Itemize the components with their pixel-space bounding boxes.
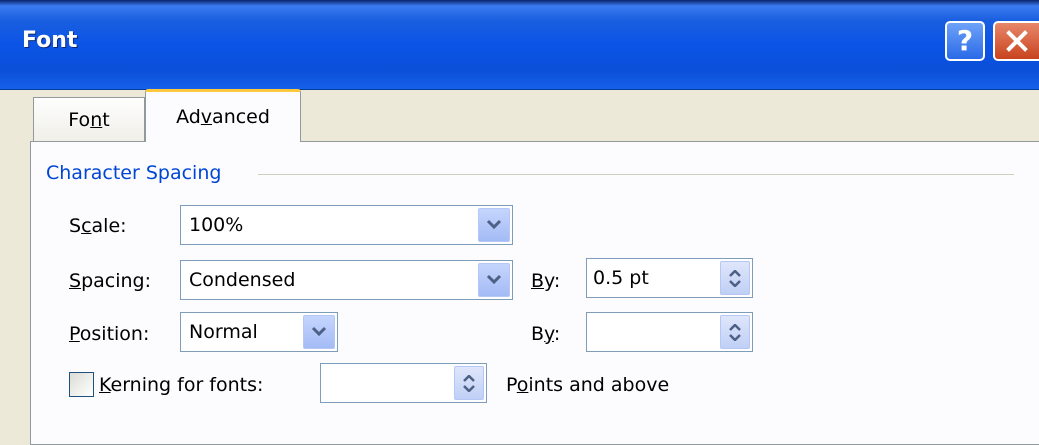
tab-font[interactable]: Font bbox=[33, 97, 145, 141]
tab-advanced[interactable]: Advanced bbox=[145, 89, 301, 142]
chevron-down-icon bbox=[486, 219, 502, 230]
position-label: Position: bbox=[69, 323, 150, 345]
kerning-label[interactable]: Kerning for fonts: bbox=[99, 374, 263, 396]
scale-label: Scale: bbox=[69, 215, 127, 237]
spin-down-icon bbox=[729, 333, 741, 341]
scale-dropdown-button[interactable] bbox=[478, 208, 510, 242]
kerning-suffix-label: Points and above bbox=[506, 374, 670, 396]
spacing-by-label: By: bbox=[531, 270, 561, 292]
tab-advanced-label: Advanced bbox=[176, 106, 270, 128]
spacing-label: Spacing: bbox=[69, 270, 151, 292]
group-divider bbox=[258, 174, 1014, 175]
position-by-spinner[interactable] bbox=[586, 312, 753, 352]
tab-font-label: Font bbox=[68, 108, 110, 131]
kerning-spin-buttons[interactable] bbox=[454, 366, 484, 400]
spacing-by-spin-buttons[interactable] bbox=[720, 261, 750, 295]
position-by-label: By: bbox=[531, 323, 561, 345]
kerning-checkbox[interactable] bbox=[69, 372, 94, 397]
position-combo[interactable]: Normal bbox=[180, 312, 338, 352]
window-title: Font bbox=[22, 28, 78, 53]
scale-combo[interactable]: 100% bbox=[180, 205, 513, 245]
spin-up-icon bbox=[463, 374, 475, 382]
spin-down-icon bbox=[729, 279, 741, 287]
help-button[interactable]: ? bbox=[945, 21, 985, 61]
spacing-dropdown-button[interactable] bbox=[478, 263, 510, 297]
spin-up-icon bbox=[729, 323, 741, 331]
spacing-by-value: 0.5 pt bbox=[593, 267, 649, 289]
scale-value: 100% bbox=[189, 214, 244, 236]
chevron-down-icon bbox=[486, 274, 502, 285]
title-bar[interactable]: Font ? bbox=[0, 0, 1039, 90]
spacing-by-spinner[interactable]: 0.5 pt bbox=[586, 258, 753, 298]
spin-down-icon bbox=[463, 384, 475, 392]
character-spacing-group-title: Character Spacing bbox=[46, 162, 222, 184]
close-button[interactable] bbox=[993, 21, 1039, 61]
close-icon bbox=[1006, 30, 1028, 52]
spacing-combo[interactable]: Condensed bbox=[180, 260, 513, 300]
position-value: Normal bbox=[189, 321, 258, 343]
position-by-spin-buttons[interactable] bbox=[720, 315, 750, 349]
spin-up-icon bbox=[729, 269, 741, 277]
spacing-value: Condensed bbox=[189, 269, 296, 291]
position-dropdown-button[interactable] bbox=[303, 315, 335, 349]
help-icon: ? bbox=[956, 24, 974, 57]
chevron-down-icon bbox=[311, 326, 327, 337]
kerning-spinner[interactable] bbox=[320, 363, 487, 403]
